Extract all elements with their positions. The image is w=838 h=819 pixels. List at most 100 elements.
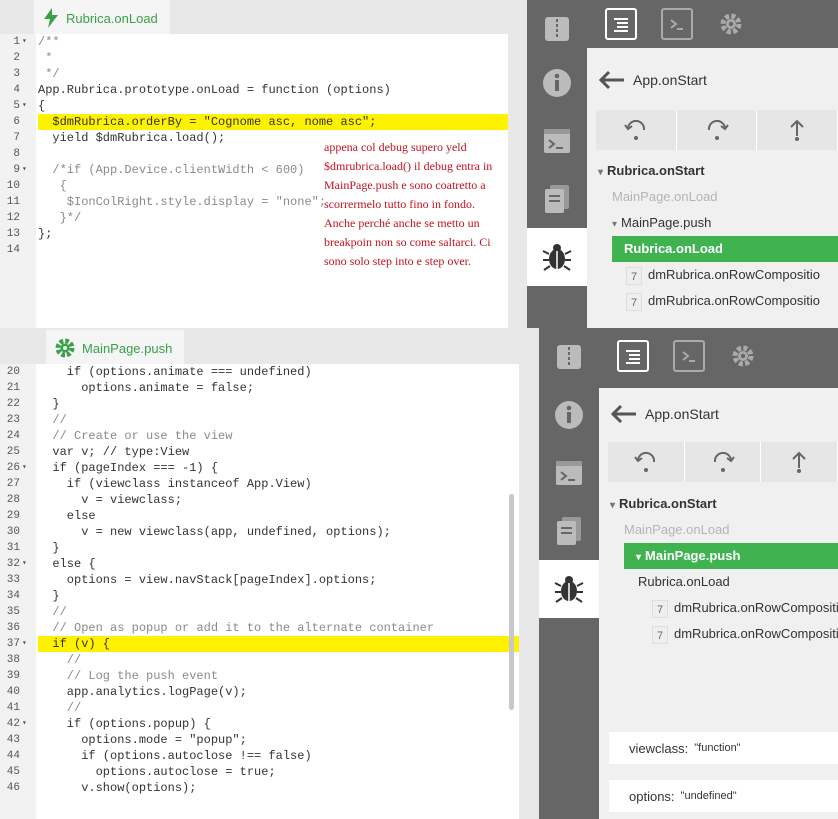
call-stack-item[interactable]: Rubrica.onLoad [612, 236, 838, 262]
line-number[interactable]: 23 [0, 412, 20, 428]
fold-toggle-icon[interactable]: ▾ [22, 716, 27, 732]
call-stack-item[interactable]: 7 dmRubrica.onRowCompositio [626, 288, 838, 314]
line-number[interactable]: 33 [0, 572, 20, 588]
line-number[interactable]: 30 [0, 524, 20, 540]
line-number[interactable]: 2 [0, 50, 20, 66]
info-button[interactable] [527, 54, 587, 112]
line-number[interactable]: 38 [0, 652, 20, 668]
split-view-button[interactable] [539, 328, 599, 386]
expand-arrow-icon[interactable]: ▾ [598, 167, 603, 178]
line-number[interactable]: 4 [0, 82, 20, 98]
code-line[interactable]: 5 ▾ { [0, 98, 508, 114]
line-number[interactable]: 29 [0, 508, 20, 524]
line-number[interactable]: 27 [0, 476, 20, 492]
step-out-button[interactable] [757, 110, 838, 150]
line-number[interactable]: 34 [0, 588, 20, 604]
callstack-tab[interactable] [605, 8, 637, 40]
code-line[interactable]: 20 if (options.animate === undefined) [0, 364, 519, 380]
debugger-button[interactable] [527, 228, 587, 286]
line-number[interactable]: 8 [0, 146, 20, 162]
code-line[interactable]: 33 options = view.navStack[pageIndex].op… [0, 572, 519, 588]
fold-toggle-icon[interactable]: ▾ [22, 98, 27, 114]
fold-toggle-icon[interactable]: ▾ [22, 636, 27, 652]
step-over-button[interactable] [685, 442, 762, 482]
fold-toggle-icon[interactable]: ▾ [22, 460, 27, 476]
split-view-button[interactable] [527, 0, 587, 58]
step-back-button[interactable] [596, 110, 677, 150]
console-button[interactable] [527, 112, 587, 170]
code-line[interactable]: 21 options.animate = false; [0, 380, 519, 396]
editor-scrollbar[interactable] [509, 494, 514, 710]
line-number[interactable]: 1 [0, 34, 20, 50]
code-line[interactable]: 38 // [0, 652, 519, 668]
code-line[interactable]: 41 // [0, 700, 519, 716]
line-number[interactable]: 46 [0, 780, 20, 796]
call-stack-item[interactable]: 7 dmRubrica.onRowCompositio [626, 262, 838, 288]
fold-toggle-icon[interactable]: ▾ [22, 34, 27, 50]
variable-row[interactable]: options: "undefined" [609, 780, 838, 819]
code-line[interactable]: 45 options.autoclose = true; [0, 764, 519, 780]
line-number[interactable]: 11 [0, 194, 20, 210]
code-line[interactable]: 30 v = new viewclass(app, undefined, opt… [0, 524, 519, 540]
code-line[interactable]: 34 } [0, 588, 519, 604]
line-number[interactable]: 25 [0, 444, 20, 460]
documents-button[interactable] [527, 170, 587, 228]
code-line[interactable]: 44 if (options.autoclose !== false) [0, 748, 519, 764]
code-line[interactable]: 24 // Create or use the view [0, 428, 519, 444]
line-number[interactable]: 44 [0, 748, 20, 764]
code-line[interactable]: 28 v = viewclass; [0, 492, 519, 508]
tab-mainpage-push[interactable]: MainPage.push [46, 330, 185, 366]
back-to-caller[interactable]: App.onStart [611, 404, 719, 424]
code-line[interactable]: 27 if (viewclass instanceof App.View) [0, 476, 519, 492]
call-stack-item[interactable]: MainPage.onLoad [624, 517, 838, 543]
code-line[interactable]: 42 ▾ if (options.popup) { [0, 716, 519, 732]
line-number[interactable]: 6 [0, 114, 20, 130]
code-line[interactable]: 40 app.analytics.logPage(v); [0, 684, 519, 700]
callstack-tab[interactable] [617, 340, 649, 372]
code-line[interactable]: 37 ▾ if (v) { [0, 636, 519, 652]
fold-toggle-icon[interactable]: ▾ [22, 556, 27, 572]
documents-button[interactable] [539, 502, 599, 560]
call-stack-item[interactable]: MainPage.onLoad [612, 184, 838, 210]
line-number[interactable]: 9 [0, 162, 20, 178]
line-number[interactable]: 5 [0, 98, 20, 114]
line-number[interactable]: 28 [0, 492, 20, 508]
back-to-caller[interactable]: App.onStart [599, 70, 707, 90]
line-number[interactable]: 10 [0, 178, 20, 194]
code-line[interactable]: 39 // Log the push event [0, 668, 519, 684]
console-tab[interactable] [661, 8, 693, 40]
code-line[interactable]: 46 v.show(options); [0, 780, 519, 796]
code-line[interactable]: 43 options.mode = "popup"; [0, 732, 519, 748]
code-line[interactable]: 2 * [0, 50, 508, 66]
fold-toggle-icon[interactable]: ▾ [22, 162, 27, 178]
line-number[interactable]: 32 [0, 556, 20, 572]
expand-arrow-icon[interactable]: ▾ [610, 500, 615, 511]
debugger-button[interactable] [539, 560, 599, 618]
call-stack-item[interactable]: ▾ MainPage.push [612, 210, 838, 236]
call-stack-item[interactable]: ▾ MainPage.push [624, 543, 838, 569]
line-number[interactable]: 39 [0, 668, 20, 684]
code-line[interactable]: 32 ▾ else { [0, 556, 519, 572]
call-stack-item[interactable]: Rubrica.onLoad [638, 569, 838, 595]
settings-tab[interactable] [727, 340, 759, 372]
expand-arrow-icon[interactable]: ▾ [636, 552, 641, 563]
settings-tab[interactable] [715, 8, 747, 40]
call-stack-item[interactable]: ▾ Rubrica.onStart [610, 491, 838, 517]
line-number[interactable]: 45 [0, 764, 20, 780]
code-line[interactable]: 35 // [0, 604, 519, 620]
line-number[interactable]: 26 [0, 460, 20, 476]
step-back-button[interactable] [608, 442, 685, 482]
line-number[interactable]: 13 [0, 226, 20, 242]
line-number[interactable]: 22 [0, 396, 20, 412]
line-number[interactable]: 21 [0, 380, 20, 396]
call-stack-item[interactable]: ▾ Rubrica.onStart [598, 158, 838, 184]
step-over-button[interactable] [677, 110, 758, 150]
tab-rubrica-onload[interactable]: Rubrica.onLoad [34, 0, 170, 36]
code-line[interactable]: 22 } [0, 396, 519, 412]
code-line[interactable]: 31 } [0, 540, 519, 556]
code-line[interactable]: 1 ▾ /** [0, 34, 508, 50]
code-line[interactable]: 23 // [0, 412, 519, 428]
info-button[interactable] [539, 386, 599, 444]
line-number[interactable]: 42 [0, 716, 20, 732]
call-stack-item[interactable]: 7 dmRubrica.onRowCompositio [652, 595, 838, 621]
